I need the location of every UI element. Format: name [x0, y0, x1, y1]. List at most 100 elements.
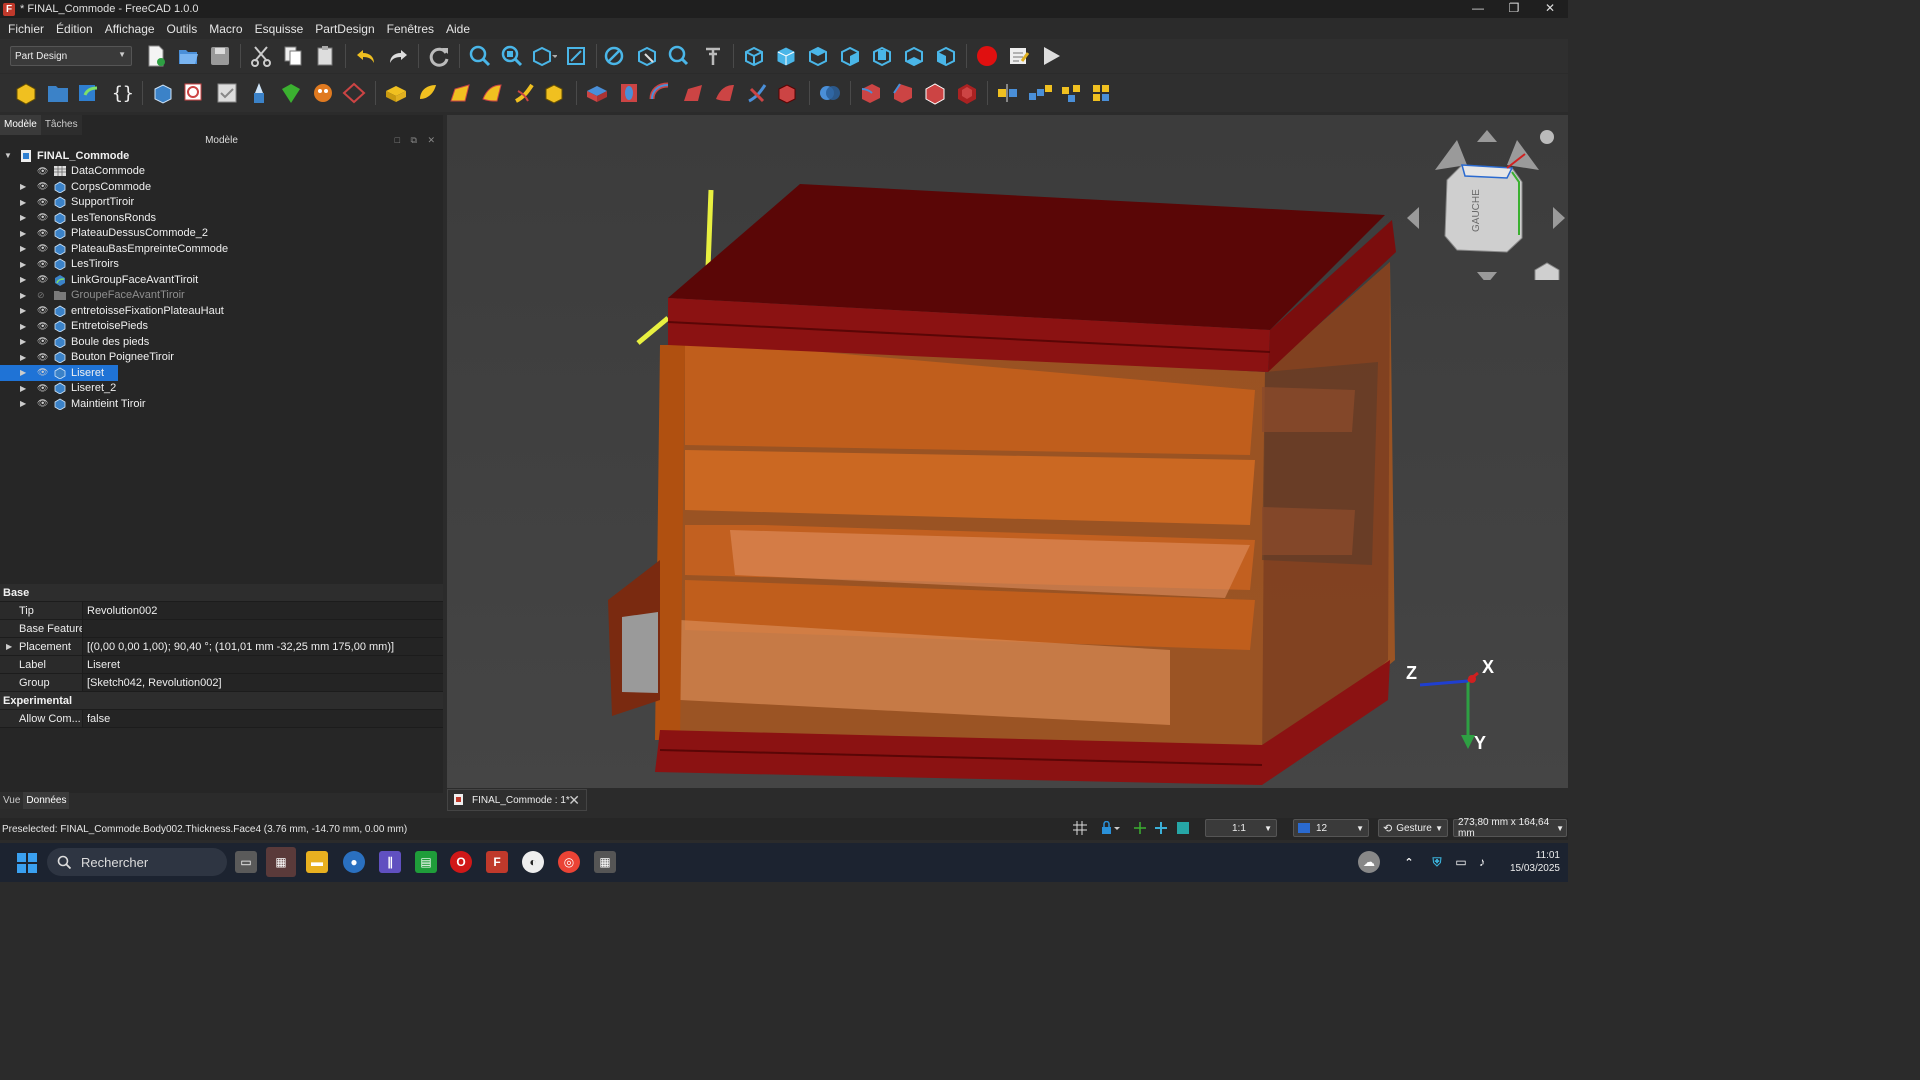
- workbench-selector[interactable]: Part Design ▼: [10, 46, 132, 66]
- create-group-icon[interactable]: [45, 80, 71, 106]
- boolean-icon[interactable]: [817, 80, 843, 106]
- groove-icon[interactable]: [648, 80, 674, 106]
- file-explorer-icon[interactable]: ▬: [306, 851, 328, 873]
- tree-item[interactable]: ▶ 👁 Boule des pieds: [0, 334, 443, 350]
- polar-pattern-icon[interactable]: [1059, 80, 1085, 106]
- copy-icon[interactable]: [280, 43, 306, 69]
- tree-item[interactable]: ▶ 👁 LesTenonsRonds: [0, 210, 443, 226]
- security-icon[interactable]: ⛨: [1426, 851, 1448, 873]
- tab-taches[interactable]: Tâches: [40, 115, 82, 135]
- standard-views-icon[interactable]: [531, 43, 557, 69]
- visibility-eye-icon[interactable]: 👁: [37, 274, 48, 285]
- additive-loft-icon[interactable]: [447, 80, 473, 106]
- visibility-eye-icon[interactable]: 👁: [37, 212, 48, 223]
- visibility-eye-icon[interactable]: 👁: [37, 321, 48, 332]
- additive-pipe-icon[interactable]: [479, 80, 505, 106]
- tree-item-selected[interactable]: ▶ 👁 Liseret: [0, 365, 443, 381]
- tree-item[interactable]: ▶ 👁 CorpsCommode: [0, 179, 443, 195]
- expand-arrow-icon[interactable]: ▶: [20, 399, 26, 408]
- visibility-eye-icon[interactable]: 👁: [37, 305, 48, 316]
- property-value[interactable]: Revolution002: [82, 602, 443, 619]
- document-tab[interactable]: FINAL_Commode : 1* ✕: [447, 789, 587, 811]
- restore-button[interactable]: ❐: [1496, 0, 1532, 18]
- close-window-button[interactable]: ✕: [1532, 0, 1568, 18]
- collapse-arrow-icon[interactable]: ▼: [4, 151, 12, 160]
- tree-item[interactable]: ▶ 👁 SupportTiroir: [0, 195, 443, 211]
- bars-app-icon[interactable]: ∥: [379, 851, 401, 873]
- expand-arrow-icon[interactable]: ▶: [20, 353, 26, 362]
- expand-arrow-icon[interactable]: ▶: [20, 182, 26, 191]
- taskbar-search[interactable]: Rechercher: [47, 848, 227, 876]
- revolution-icon[interactable]: [415, 80, 441, 106]
- expand-arrow-icon[interactable]: ▶: [20, 368, 26, 377]
- menu-esquisse[interactable]: Esquisse: [249, 22, 310, 36]
- grid-icon[interactable]: [1073, 818, 1091, 838]
- hidden-eye-icon[interactable]: ⊘: [37, 290, 45, 301]
- minimize-button[interactable]: —: [1460, 0, 1496, 18]
- drawer-slide[interactable]: [1262, 507, 1355, 555]
- subtractive-loft-icon[interactable]: [680, 80, 706, 106]
- visibility-eye-icon[interactable]: 👁: [37, 336, 48, 347]
- linear-pattern-icon[interactable]: [1027, 80, 1053, 106]
- multi-transform-icon[interactable]: [1091, 80, 1117, 106]
- subtractive-primitive-icon[interactable]: [776, 80, 802, 106]
- draw-style-icon[interactable]: [604, 43, 630, 69]
- property-row-group[interactable]: Group [Sketch042, Revolution002]: [0, 674, 443, 692]
- expand-arrow-icon[interactable]: ▶: [20, 337, 26, 346]
- zoom-menu-icon[interactable]: [668, 43, 694, 69]
- expand-arrow-icon[interactable]: ▶: [20, 198, 26, 207]
- subtractive-helix-icon[interactable]: [744, 80, 770, 106]
- visibility-eye-icon[interactable]: 👁: [37, 367, 48, 378]
- commode-3d-model[interactable]: [447, 115, 1568, 788]
- dimension-icon[interactable]: [1177, 818, 1191, 838]
- zoom-ratio-select[interactable]: 1:1 ▼: [1205, 819, 1277, 837]
- tree-item[interactable]: ▶ 👁 entretoisseFixationPlateauHaut: [0, 303, 443, 319]
- visibility-eye-icon[interactable]: 👁: [37, 243, 48, 254]
- property-value[interactable]: [Sketch042, Revolution002]: [82, 674, 443, 691]
- app-icon[interactable]: ◐: [522, 851, 544, 873]
- menu-aide[interactable]: Aide: [440, 22, 476, 36]
- expand-arrow-icon[interactable]: ▶: [20, 306, 26, 315]
- visibility-eye-icon[interactable]: 👁: [37, 383, 48, 394]
- clone-icon[interactable]: [310, 80, 336, 106]
- validate-sketch-icon[interactable]: [214, 80, 240, 106]
- pad-icon[interactable]: [383, 80, 409, 106]
- mirrored-icon[interactable]: [995, 80, 1021, 106]
- snap-icon[interactable]: [1134, 818, 1148, 838]
- expand-arrow-icon[interactable]: ▶: [20, 275, 26, 284]
- paste-icon[interactable]: [312, 43, 338, 69]
- additive-primitive-icon[interactable]: [543, 80, 569, 106]
- subtractive-pipe-icon[interactable]: [712, 80, 738, 106]
- task-view-icon[interactable]: ▭: [235, 851, 257, 873]
- tree-item[interactable]: ▶ 👁 EntretoisePieds: [0, 319, 443, 335]
- freecad-taskbar-icon[interactable]: F: [486, 851, 508, 873]
- property-row-placement[interactable]: ▶ Placement [(0,00 0,00 1,00); 90,40 °; (…: [0, 638, 443, 656]
- tab-modele[interactable]: Modèle: [0, 115, 41, 135]
- fit-all-icon[interactable]: [467, 43, 493, 69]
- visibility-eye-icon[interactable]: 👁: [37, 197, 48, 208]
- nav-cube-top[interactable]: [1461, 164, 1514, 179]
- cut-icon[interactable]: [248, 43, 274, 69]
- tree-item[interactable]: ▶ 👁 LinkGroupFaceAvantTiroit: [0, 272, 443, 288]
- property-value[interactable]: false: [82, 710, 443, 727]
- create-sketch-icon[interactable]: [182, 80, 208, 106]
- tree-item[interactable]: ▶ 👁 PlateauBasEmpreinteCommode: [0, 241, 443, 257]
- save-icon[interactable]: [207, 43, 233, 69]
- expand-arrow-icon[interactable]: ▶: [6, 642, 12, 651]
- tab-vue[interactable]: Vue: [0, 792, 24, 809]
- view-front-icon[interactable]: [773, 43, 799, 69]
- expression-icon[interactable]: {}: [109, 80, 135, 106]
- onedrive-icon[interactable]: ☁: [1358, 851, 1380, 873]
- expand-arrow-icon[interactable]: ▶: [20, 384, 26, 393]
- nav-cube-body[interactable]: [1444, 164, 1523, 253]
- hole-icon[interactable]: [616, 80, 642, 106]
- visibility-eye-icon[interactable]: 👁: [37, 181, 48, 192]
- volume-icon[interactable]: ♪: [1471, 851, 1493, 873]
- property-row-tip[interactable]: Tip Revolution002: [0, 602, 443, 620]
- expand-arrow-icon[interactable]: ▶: [20, 213, 26, 222]
- close-tab-icon[interactable]: ✕: [568, 792, 580, 809]
- tree-item[interactable]: ▶ ⊘ GroupeFaceAvantTiroir: [0, 288, 443, 304]
- menu-affichage[interactable]: Affichage: [99, 22, 161, 36]
- nav-left-arrow-icon[interactable]: [1407, 207, 1419, 229]
- expand-arrow-icon[interactable]: ▶: [20, 322, 26, 331]
